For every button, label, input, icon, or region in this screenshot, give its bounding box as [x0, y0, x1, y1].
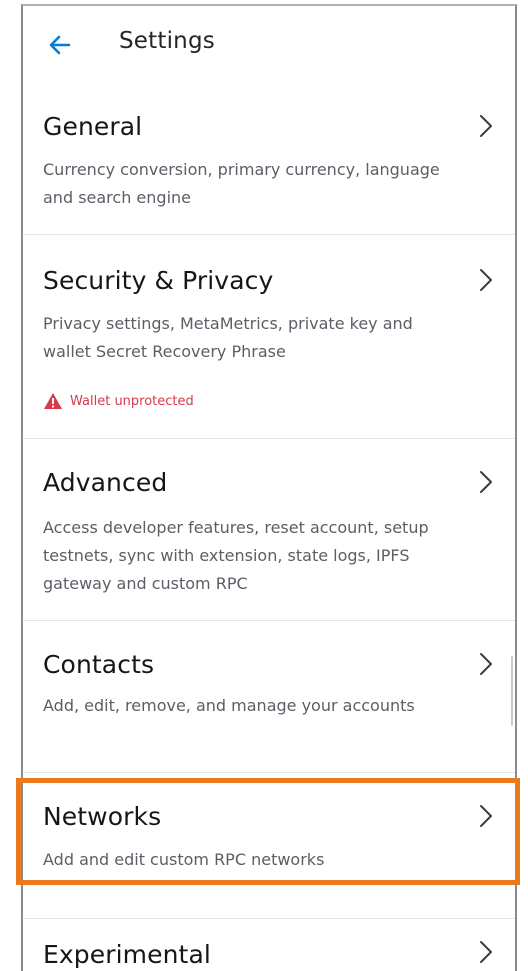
settings-item-advanced[interactable]: Advanced Access developer features, rese… — [23, 458, 515, 618]
chevron-right-icon — [480, 941, 492, 963]
item-title: Networks — [43, 802, 162, 831]
wallet-warning: Wallet unprotected — [43, 392, 194, 410]
item-description: Add and edit custom RPC networks — [43, 850, 325, 869]
chevron-right-icon — [480, 471, 492, 493]
item-description: Add, edit, remove, and manage your accou… — [43, 696, 415, 715]
settings-item-general[interactable]: General Currency conversion, primary cur… — [23, 102, 515, 232]
chevron-right-icon — [480, 269, 492, 291]
divider — [23, 772, 515, 773]
divider — [23, 438, 515, 439]
header: Settings — [23, 6, 515, 88]
settings-item-networks[interactable]: Networks Add and edit custom RPC network… — [23, 794, 515, 888]
back-arrow-icon[interactable] — [47, 32, 73, 58]
settings-screen: Settings General Currency conversion, pr… — [21, 4, 517, 971]
divider — [23, 620, 515, 621]
item-description: Access developer features, reset account… — [43, 518, 429, 593]
settings-item-contacts[interactable]: Contacts Add, edit, remove, and manage y… — [23, 640, 515, 770]
warning-triangle-icon — [44, 393, 62, 409]
chevron-right-icon — [480, 653, 492, 675]
item-title: Experimental — [43, 940, 211, 969]
page-title: Settings — [119, 28, 215, 54]
divider — [23, 918, 515, 919]
divider — [23, 234, 515, 235]
item-title: Security & Privacy — [43, 266, 274, 295]
warning-text: Wallet unprotected — [70, 393, 194, 409]
item-description: Privacy settings, MetaMetrics, private k… — [43, 314, 413, 361]
chevron-right-icon — [480, 805, 492, 827]
scrollbar[interactable] — [511, 656, 513, 726]
item-title: Advanced — [43, 468, 168, 497]
settings-item-security[interactable]: Security & Privacy Privacy settings, Met… — [23, 256, 515, 436]
item-description: Currency conversion, primary currency, l… — [43, 160, 440, 207]
item-title: Contacts — [43, 650, 155, 679]
item-title: General — [43, 112, 143, 141]
chevron-right-icon — [480, 115, 492, 137]
settings-item-experimental[interactable]: Experimental — [23, 932, 515, 971]
